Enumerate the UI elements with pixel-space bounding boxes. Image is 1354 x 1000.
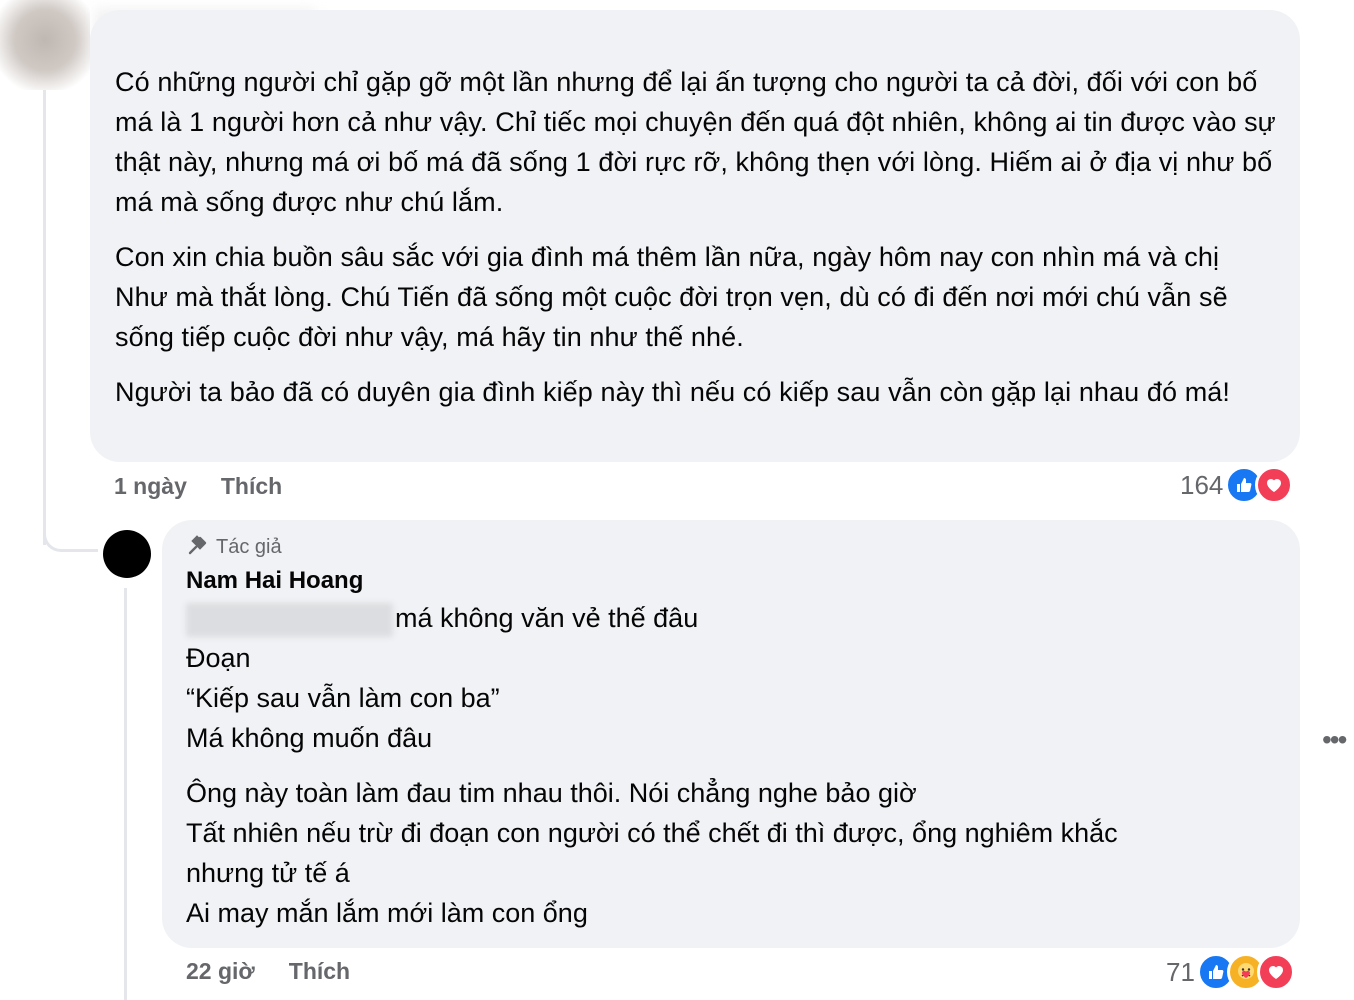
comment-actions: 1 ngày Thích	[114, 473, 282, 500]
reaction-count[interactable]: 71	[1166, 957, 1195, 988]
reply-author-avatar[interactable]	[103, 530, 151, 578]
mention-blurred[interactable]	[186, 602, 393, 637]
reply-thread-line	[124, 588, 127, 1000]
author-badge-row: Tác giả	[186, 534, 1276, 560]
reply-text: má không văn vẻ thế đâu	[395, 603, 699, 633]
reply-line: “Kiếp sau vẫn làm con ba”	[186, 683, 500, 713]
microphone-icon	[186, 534, 210, 561]
commenter-avatar-blurred[interactable]	[0, 0, 90, 90]
more-options-icon[interactable]: •••	[1322, 724, 1347, 756]
reply-line: nhưng tử tế á	[186, 858, 350, 888]
reply-line: Tất nhiên nếu trừ đi đoạn con người có t…	[186, 818, 1118, 848]
reply-timestamp[interactable]: 22 giờ	[186, 958, 255, 985]
like-button[interactable]: Thích	[221, 473, 282, 500]
reaction-count[interactable]: 164	[1180, 470, 1223, 501]
comment-timestamp[interactable]: 1 ngày	[114, 473, 187, 500]
love-icon	[1255, 466, 1294, 504]
author-badge: Tác giả	[216, 535, 282, 558]
comment-paragraph: Con xin chia buồn sâu sắc với gia đình m…	[115, 242, 1228, 352]
reply-line: Ông này toàn làm đau tim nhau thôi. Nói …	[186, 778, 917, 808]
reply-line: má không văn vẻ thế đâu	[186, 598, 1276, 638]
comment-paragraph: Người ta bảo đã có duyên gia đình kiếp n…	[115, 377, 1231, 407]
love-icon	[1256, 953, 1295, 991]
reply-line: Ai may mắn lắm mới làm con ổng	[186, 898, 588, 928]
reply-line: Đoạn	[186, 643, 251, 673]
reply-reaction-summary[interactable]: 71	[1166, 953, 1295, 991]
reply-line: Má không muốn đâu	[186, 723, 433, 753]
reply-author-name[interactable]: Nam Hai Hoang	[186, 564, 1276, 598]
reaction-summary[interactable]: 164	[1180, 466, 1294, 504]
reply-actions: 22 giờ Thích	[186, 958, 350, 985]
comment-bubble: Có những người chỉ gặp gỡ một lần nhưng …	[90, 10, 1300, 462]
thread-connector	[43, 520, 98, 552]
reply-bubble: Tác giả Nam Hai Hoang má không văn vẻ th…	[162, 520, 1300, 948]
like-button[interactable]: Thích	[289, 958, 350, 985]
comment-paragraph: Có những người chỉ gặp gỡ một lần nhưng …	[115, 67, 1276, 217]
thread-line	[43, 90, 46, 545]
